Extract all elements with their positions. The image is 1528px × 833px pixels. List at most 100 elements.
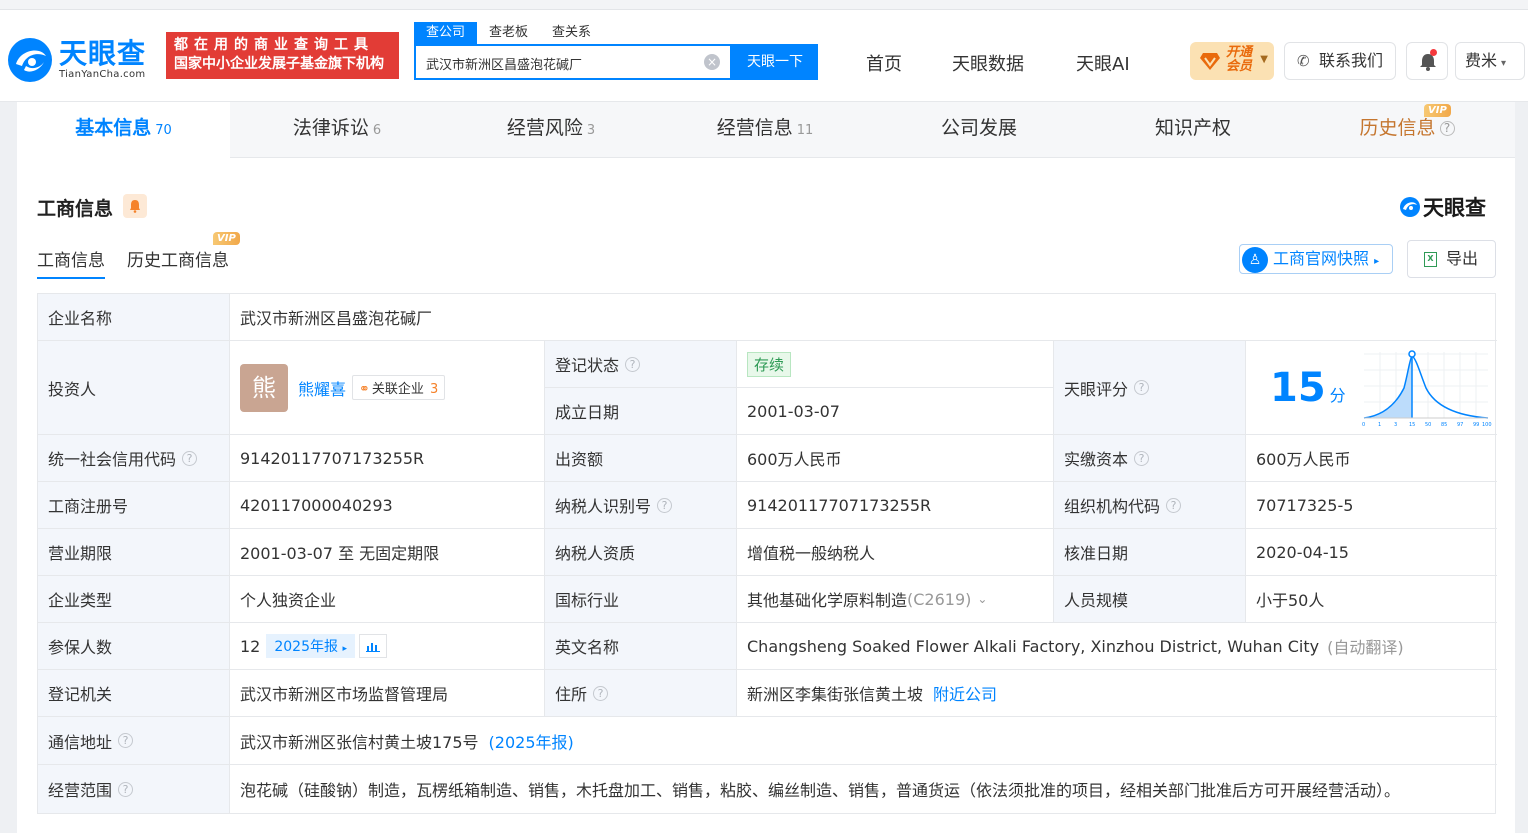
label-text: 实缴资本 — [1064, 450, 1129, 469]
label-investor: 投资人 — [38, 341, 230, 435]
vip-membership-button[interactable]: 开通会员 ▼ — [1190, 42, 1274, 80]
value-taxpayer-qual: 增值税一般纳税人 — [737, 529, 1054, 576]
slogan-line-2: 国家中小企业发展子基金旗下机构 — [174, 56, 384, 72]
value-en-name: Changsheng Soaked Flower Alkali Factory,… — [737, 623, 1497, 670]
tianyancha-logo[interactable]: 天眼查 TianYanCha.com — [6, 32, 156, 88]
label-industry: 国标行业 — [545, 576, 737, 623]
official-snapshot-button[interactable]: ♙ 工商官网快照 ▸ — [1239, 244, 1393, 274]
tab-legal[interactable]: 法律诉讼 6 — [230, 102, 444, 158]
value-reg-no: 420117000040293 — [230, 482, 545, 529]
browser-top-strip — [0, 0, 1528, 10]
tab-ip[interactable]: 知识产权 — [1086, 102, 1300, 158]
contact-us-button[interactable]: ✆ 联系我们 — [1284, 42, 1396, 80]
mail-address-text: 武汉市新洲区张信村黄土坡175号 — [240, 732, 479, 752]
score-number: 15 — [1270, 364, 1326, 411]
business-info-table: 企业名称 武汉市新洲区昌盛泡花碱厂 投资人 熊 熊耀喜 ⚭ 关联企业 3 登记状态?… — [37, 293, 1497, 814]
value-mail-address: 武汉市新洲区张信村黄土坡175号 (2025年报) — [230, 717, 1497, 765]
nav-home[interactable]: 首页 — [866, 50, 902, 76]
help-icon[interactable]: ? — [593, 685, 609, 701]
help-icon[interactable]: ? — [1166, 497, 1182, 513]
help-icon[interactable]: ? — [625, 356, 641, 372]
notification-button[interactable] — [1406, 42, 1448, 80]
tab-history[interactable]: 历史信息? — [1300, 102, 1514, 158]
tab-label: 经营风险 — [506, 117, 583, 139]
subtab-history-business-info[interactable]: 历史工商信息 — [127, 246, 229, 271]
nav-ai[interactable]: 天眼AI — [1076, 50, 1130, 76]
chevron-down-icon: ▾ — [1501, 58, 1507, 69]
business-info-panel: 工商信息 天眼查 工商信息 历史工商信息 VIP ♙ 工商官网快照 ▸ X 导出… — [17, 158, 1515, 833]
export-button[interactable]: X 导出 — [1407, 240, 1496, 278]
logo-subtext: TianYanCha.com — [59, 69, 146, 80]
tab-risk[interactable]: 经营风险 3 — [444, 102, 658, 158]
label-approve-date: 核准日期 — [1054, 529, 1246, 576]
tab-label: 公司发展 — [940, 117, 1017, 139]
value-reg-status: 存续 — [737, 341, 1054, 388]
tab-label: 经营信息 — [716, 117, 793, 139]
slogan-line-1: 都在用的商业查询工具 — [174, 37, 374, 53]
tianyancha-logo-icon — [1400, 197, 1420, 217]
investor-name-link[interactable]: 熊耀喜 — [298, 376, 346, 400]
value-scope: 泡花碱（硅酸钠）制造，瓦楞纸箱制造、销售，木托盘加工、销售，粘胶、编丝制造、销售… — [240, 781, 1401, 800]
label-text: 统一社会信用代码 — [48, 450, 177, 469]
brand-text: 天眼查 — [1423, 196, 1486, 220]
clear-icon[interactable]: × — [704, 54, 720, 70]
help-icon[interactable]: ? — [657, 497, 673, 513]
search-button[interactable]: 天眼一下 — [732, 44, 818, 80]
insured-count: 12 — [240, 636, 261, 656]
help-icon[interactable]: ? — [118, 733, 134, 748]
help-icon[interactable]: ? — [182, 450, 198, 466]
monitor-bell-icon[interactable] — [123, 194, 147, 218]
chevron-right-icon: ▸ — [1374, 256, 1380, 267]
label-taxpayer-id: 纳税人识别号? — [545, 482, 737, 529]
label-taxpayer-qual: 纳税人资质 — [545, 529, 737, 576]
user-menu[interactable]: 费米 ▾ — [1455, 42, 1525, 80]
value-org-code: 70717325-5 — [1246, 482, 1497, 529]
tab-count: 6 — [372, 123, 382, 138]
label-paid-capital: 实缴资本? — [1054, 435, 1246, 482]
snapshot-label: 工商官网快照 — [1273, 249, 1370, 268]
vip-badge: VIP — [1424, 104, 1451, 117]
tab-count: 3 — [586, 123, 596, 138]
value-address: 新洲区李集街张信黄土坡 附近公司 — [737, 670, 1497, 717]
search-area: 查公司 查老板 查关系 武汉市新洲区昌盛泡花碱厂 × 天眼一下 — [414, 22, 818, 90]
search-tab-relation[interactable]: 查关系 — [540, 22, 603, 44]
label-en-name: 英文名称 — [545, 623, 737, 670]
label-insured: 参保人数 — [38, 623, 230, 670]
search-input[interactable]: 武汉市新洲区昌盛泡花碱厂 × — [414, 44, 732, 80]
company-tab-bar: 基本信息 70 法律诉讼 6 经营风险 3 经营信息 11 公司发展 知识产权 历史信息… — [17, 102, 1515, 158]
tab-basic-info[interactable]: 基本信息 70 — [17, 102, 230, 158]
investor-avatar[interactable]: 熊 — [240, 363, 288, 412]
search-input-value: 武汉市新洲区昌盛泡花碱厂 — [426, 58, 583, 73]
help-icon[interactable]: ? — [118, 781, 134, 797]
search-tab-boss[interactable]: 查老板 — [477, 22, 540, 44]
related-companies-button[interactable]: ⚭ 关联企业 3 — [352, 375, 446, 400]
tab-operation[interactable]: 经营信息 11 — [658, 102, 872, 158]
subtab-business-info[interactable]: 工商信息 — [37, 246, 105, 279]
label-scope: 经营范围? — [38, 765, 230, 813]
tab-label: 知识产权 — [1154, 117, 1231, 139]
nav-data[interactable]: 天眼数据 — [952, 50, 1024, 76]
score-axis-tick: 15 — [1409, 422, 1415, 428]
annual-report-button[interactable]: 2025年报 ▸ — [266, 634, 355, 658]
trend-chart-button[interactable] — [358, 634, 387, 658]
slogan-banner[interactable]: 都在用的商业查询工具 国家中小企业发展子基金旗下机构 — [166, 32, 399, 79]
label-text: 组织机构代码 — [1064, 497, 1161, 516]
label-score: 天眼评分? — [1054, 341, 1246, 435]
network-icon: ⚭ — [359, 382, 370, 397]
value-industry[interactable]: 其他基础化学原料制造 (C2619) ⌄ — [737, 576, 1054, 623]
help-icon[interactable]: ? — [1134, 380, 1150, 395]
tab-label: 基本信息 — [75, 117, 152, 139]
related-count: 3 — [429, 382, 439, 397]
nearby-companies-link[interactable]: 附近公司 — [933, 681, 997, 705]
search-tab-company[interactable]: 查公司 — [414, 22, 478, 44]
user-shield-icon: ♙ — [1242, 247, 1268, 273]
value-staff-size: 小于50人 — [1246, 576, 1497, 623]
tab-development[interactable]: 公司发展 — [872, 102, 1086, 158]
export-label: 导出 — [1446, 249, 1479, 268]
label-staff-size: 人员规模 — [1054, 576, 1246, 623]
value-score[interactable]: 15 分 0 1 3 15 50 85 97 99 100 — [1246, 341, 1497, 435]
help-icon[interactable]: ? — [1134, 450, 1150, 466]
label-text: 天眼评分 — [1064, 379, 1129, 399]
mail-report-link[interactable]: (2025年报) — [489, 729, 574, 753]
label-reg-no: 工商注册号 — [38, 482, 230, 529]
